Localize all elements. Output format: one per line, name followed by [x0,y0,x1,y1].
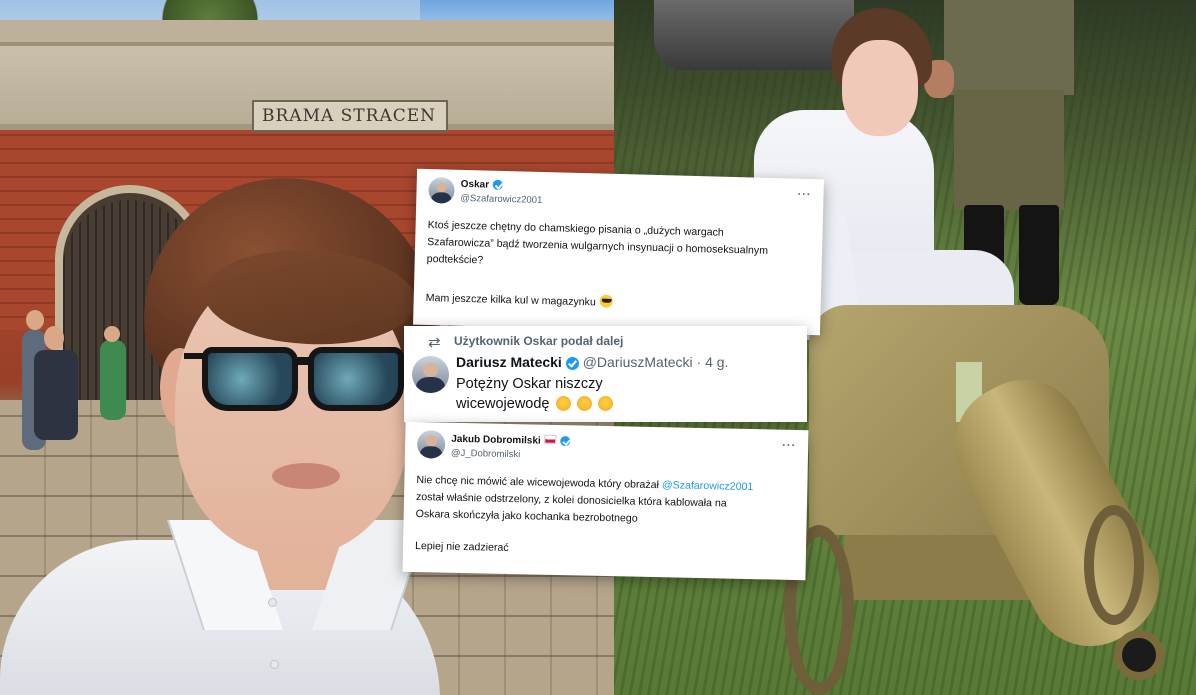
avatar[interactable] [416,430,446,459]
author-handle[interactable]: @J_Dobromilski [451,448,521,460]
gate-sign: BRAMA STRACEN [252,100,448,132]
timestamp[interactable]: 4 g. [705,354,728,370]
retweet-icon: ⇄ [428,334,441,351]
tweet-line: Lepiej nie zadzierać [414,540,509,554]
tweet-line: Nie chcę nic mówić ale wicewojewoda któr… [416,474,754,494]
pedestrian [100,340,126,420]
machine-gun-muzzle [1114,630,1164,680]
smiling-face-with-sunglasses-icon [599,294,614,308]
pedestrian [34,350,78,440]
avatar[interactable] [428,177,455,204]
author-name[interactable]: Dariusz Matecki [456,354,562,370]
author-handle[interactable]: @DariuszMatecki [583,354,693,370]
author-handle[interactable]: @Szafarowicz2001 [460,193,542,206]
tweet-line: Ktoś jeszcze chętny do chamskiego pisani… [427,218,724,239]
tweet-line: Mam jeszcze kilka kul w magazynku [426,290,614,309]
tweet-line: został właśnie odstrzelony, z kolei dono… [415,491,727,510]
tweet-line: Potężny Oskar niszczy [456,376,603,392]
tweet-line: podtekście? [426,252,484,267]
slightly-smiling-face-icon [555,396,571,411]
more-icon[interactable]: ··· [797,189,811,201]
boy-face [842,40,918,136]
sunglasses [184,343,404,415]
car [654,0,854,70]
machine-gun-wheel [1084,505,1144,625]
pedestrian-head [26,310,44,330]
more-icon[interactable]: ··· [782,440,796,452]
separator: · [696,354,702,370]
verified-badge-icon [565,356,579,370]
tweet-retweet-matecki[interactable]: ⇄ Użytkownik Oskar podał dalej Dariusz M… [404,326,807,422]
mention-link[interactable]: @Szafarowicz2001 [662,479,754,493]
author-name[interactable]: Oskar [461,179,504,191]
tweet-oskar[interactable]: Oskar @Szafarowicz2001 ··· Ktoś jeszcze … [413,168,824,336]
pedestrian-head [104,326,120,342]
tweet-dobromilski[interactable]: Jakub Dobromilski @J_Dobromilski ··· Nie… [402,421,809,581]
lips [272,463,340,489]
author-row[interactable]: Dariusz Matecki @DariuszMatecki · 4 g. [456,354,728,370]
verified-badge-icon [492,180,504,191]
verified-badge-icon [560,436,571,447]
slightly-smiling-face-icon [597,396,613,411]
tweet-line: Oskara skończyła jako kochanka bezrobotn… [415,508,638,525]
poland-flag-icon [544,434,557,444]
avatar[interactable] [412,356,449,393]
pedestrian-head [44,326,64,350]
shirt-button [270,660,279,669]
author-name[interactable]: Jakub Dobromilski [451,433,571,447]
shirt-button [268,598,277,607]
retweet-label[interactable]: Użytkownik Oskar podał dalej [454,334,623,348]
slightly-smiling-face-icon [576,396,592,411]
tweet-line: wicewojewodę [456,396,613,412]
